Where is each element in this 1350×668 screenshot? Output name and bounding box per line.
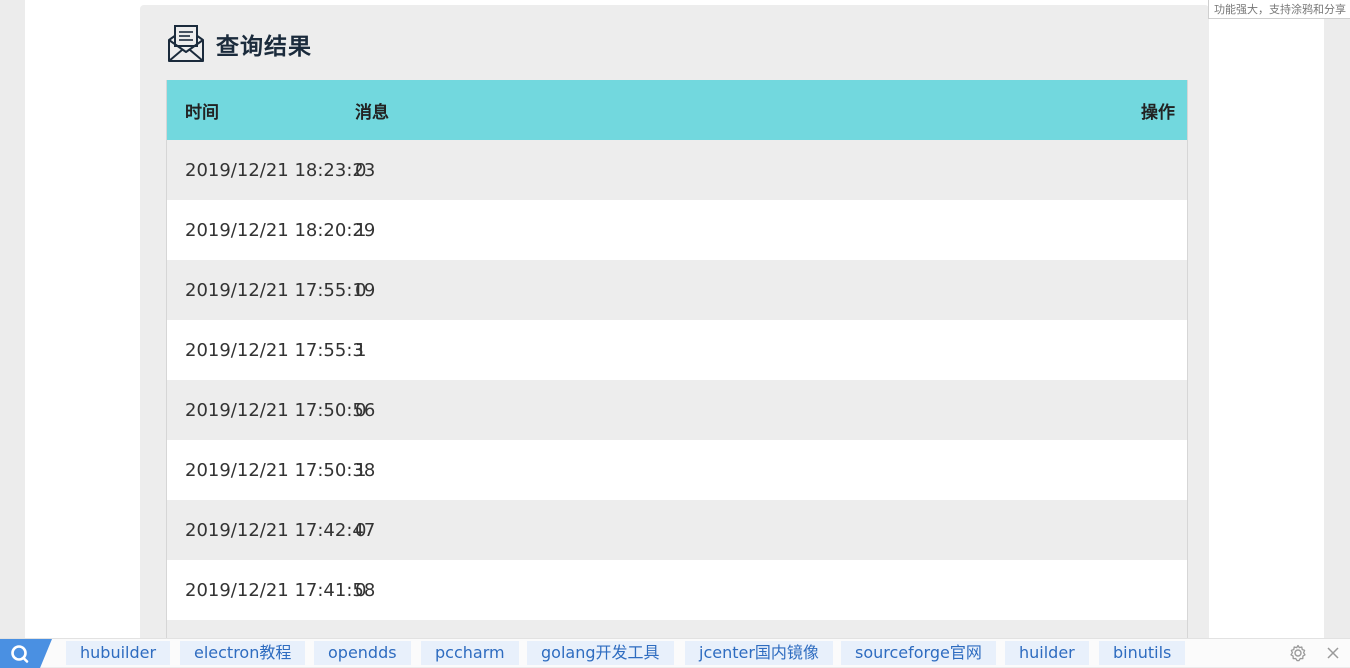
row-time: 2019/12/21 18:23:23 xyxy=(185,159,376,181)
bookmark-opendds[interactable]: opendds xyxy=(314,641,411,665)
table-row: 2019/12/21 18:20:29 1 xyxy=(167,200,1187,260)
bookmark-bar: hubuilder electron教程 opendds pccharm gol… xyxy=(0,638,1350,668)
row-message: 0 xyxy=(355,279,367,301)
row-message: 0 xyxy=(355,159,367,181)
row-message: 1 xyxy=(355,219,367,241)
bookmark-pccharm[interactable]: pccharm xyxy=(421,641,519,665)
panel-header: 查询结果 xyxy=(166,24,312,64)
table-row: 2019/12/21 17:55:19 0 xyxy=(167,260,1187,320)
header-time: 时间 xyxy=(185,102,219,123)
row-message: 0 xyxy=(355,399,367,421)
panel-title: 查询结果 xyxy=(216,34,312,60)
gear-icon[interactable] xyxy=(1289,644,1307,662)
bookmark-binutils[interactable]: binutils xyxy=(1099,641,1186,665)
table-header: 时间 消息 操作 xyxy=(167,80,1187,140)
bookmark-sourceforge[interactable]: sourceforge官网 xyxy=(841,641,996,665)
row-message: 1 xyxy=(355,459,367,481)
bookmark-golang[interactable]: golang开发工具 xyxy=(527,641,674,665)
row-message: 0 xyxy=(355,579,367,601)
row-time: 2019/12/21 17:42:47 xyxy=(185,519,376,541)
row-time: 2019/12/21 17:50:38 xyxy=(185,459,376,481)
results-table: 时间 消息 操作 2019/12/21 18:23:23 0 2019/12/2… xyxy=(166,80,1188,640)
header-action: 操作 xyxy=(1141,102,1175,123)
row-time: 2019/12/21 17:41:58 xyxy=(185,579,376,601)
header-message: 消息 xyxy=(355,102,389,123)
row-time: 2019/12/21 17:55:19 xyxy=(185,279,376,301)
row-message: 0 xyxy=(355,519,367,541)
envelope-icon xyxy=(166,24,206,64)
bookmark-jcenter[interactable]: jcenter国内镜像 xyxy=(685,641,833,665)
search-button[interactable] xyxy=(0,639,52,668)
row-time: 2019/12/21 17:55:3 xyxy=(185,339,364,361)
tooltip: 功能强大，支持涂鸦和分享 xyxy=(1208,0,1350,19)
bookmark-huilder[interactable]: huilder xyxy=(1005,641,1089,665)
close-icon[interactable] xyxy=(1324,644,1342,662)
table-row-partial xyxy=(167,620,1187,640)
row-time: 2019/12/21 18:20:29 xyxy=(185,219,376,241)
bookmark-electron[interactable]: electron教程 xyxy=(180,641,306,665)
row-message: 1 xyxy=(355,339,367,361)
table-row: 2019/12/21 18:23:23 0 xyxy=(167,140,1187,200)
table-row: 2019/12/21 17:50:56 0 xyxy=(167,380,1187,440)
table-row: 2019/12/21 17:41:58 0 xyxy=(167,560,1187,620)
table-row: 2019/12/21 17:50:38 1 xyxy=(167,440,1187,500)
results-panel: 查询结果 时间 消息 操作 2019/12/21 18:23:23 0 2019… xyxy=(140,5,1209,645)
row-time: 2019/12/21 17:50:56 xyxy=(185,399,376,421)
bookmark-hubuilder[interactable]: hubuilder xyxy=(66,641,171,665)
table-row: 2019/12/21 17:42:47 0 xyxy=(167,500,1187,560)
table-row: 2019/12/21 17:55:3 1 xyxy=(167,320,1187,380)
